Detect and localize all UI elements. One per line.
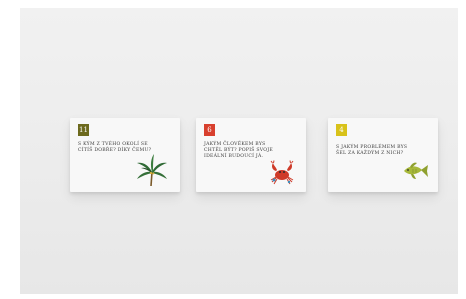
palm-tree-icon — [137, 154, 167, 187]
card-number-badge: 6 — [204, 124, 215, 136]
card-number: 6 — [207, 125, 212, 134]
card-number-badge: 4 — [336, 124, 347, 136]
card-number: 11 — [79, 125, 88, 134]
question-card-2[interactable]: 6 Jakým člověkem bys chtěl být? Popiš sv… — [196, 118, 306, 192]
card-number: 4 — [339, 125, 344, 134]
fish-icon — [404, 162, 428, 179]
question-card-1[interactable]: 11 S kým z tvého okolí se cítíš dobře? D… — [70, 118, 180, 192]
card-number-badge: 11 — [78, 124, 89, 136]
card-question: S jakým problémem bys šel za každým z ni… — [336, 145, 408, 157]
crab-icon — [270, 160, 294, 185]
question-card-3[interactable]: 4 S jakým problémem bys šel za každým z … — [328, 118, 438, 192]
